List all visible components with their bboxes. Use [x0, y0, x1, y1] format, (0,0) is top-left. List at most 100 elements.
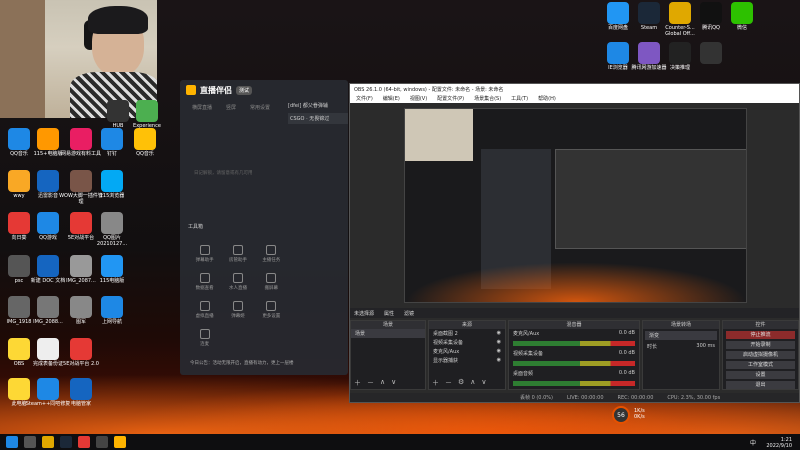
source-item[interactable]: 显示器捕获 ◉	[429, 356, 505, 365]
volume-meter[interactable]	[513, 341, 635, 346]
tool-icon	[199, 245, 210, 255]
duration-input[interactable]: 300 ms	[696, 343, 715, 350]
tool-item[interactable]: 弹幕姬	[221, 301, 254, 319]
windows-start-icon[interactable]	[6, 436, 18, 448]
add-icon[interactable]: ＋	[432, 378, 439, 388]
source-name: 麦克风/Aux	[433, 349, 460, 355]
obs-window[interactable]: OBS 26.1.0 (64-bit, windows) - 配置文件: 未命名…	[349, 83, 800, 403]
eye-icon[interactable]: ◉	[497, 339, 501, 346]
down-icon[interactable]: ∨	[391, 378, 396, 388]
app-icon[interactable]	[78, 436, 90, 448]
control-button[interactable]: 停止推流	[726, 331, 795, 339]
tool-icon	[232, 301, 243, 311]
desktop-icon[interactable]: 微信	[719, 2, 765, 31]
remove-icon[interactable]: －	[445, 378, 452, 388]
up-icon[interactable]: ∧	[470, 378, 475, 388]
menu-item[interactable]: 视图(V)	[410, 95, 427, 102]
tool-item[interactable]: 主播任务	[255, 245, 288, 263]
desktop-icon-label: 决策推理	[669, 65, 690, 71]
desktop-icon[interactable]: 上网导航	[89, 296, 135, 325]
tool-item[interactable]: 数据查看	[188, 273, 221, 291]
control-button[interactable]: 设置	[726, 371, 795, 379]
desktop-icon-label: 115浏览器	[99, 193, 125, 199]
transitions-panel: 场景转场 渐变 时长 300 ms	[642, 320, 720, 390]
mixer-channel: 桌面音频 0.0 dB	[509, 369, 639, 378]
menu-item[interactable]: 帮助(H)	[538, 95, 556, 102]
transition-select[interactable]: 渐变	[645, 331, 717, 340]
desktop-icon[interactable]: QQ音乐	[122, 128, 168, 157]
sources-panel: 来源 桌面截图 2 ◉ 视频采集设备 ◉ 麦克风/Aux ◉ 显示器捕获 ◉ ＋ － ⚙ ∧ ∨	[428, 320, 506, 390]
gear-icon[interactable]: ⚙	[458, 378, 464, 388]
tool-label: 主播任务	[262, 258, 281, 263]
eye-icon[interactable]: ◉	[497, 330, 501, 337]
tools-grid: 弹幕助手 房管助手 主播任务数据查看 水人直播 搬屏幕虚拟直播 弹幕姬 更多设置连麦	[188, 245, 288, 347]
language-indicator[interactable]: 中	[750, 438, 756, 447]
mixer-name: 桌面音频	[513, 371, 534, 377]
tools-label: 工具箱	[188, 224, 204, 230]
tool-label: 虚拟直播	[195, 314, 214, 319]
zhibo-side-sub[interactable]: CSGO · 无畏锦过	[288, 113, 348, 124]
tab-landscape[interactable]: 横屏直播	[192, 104, 212, 111]
desktop-icon[interactable]	[688, 42, 734, 65]
tool-item[interactable]: 搬屏幕	[255, 273, 288, 291]
source-name: 视频采集设备	[433, 340, 464, 346]
tool-item[interactable]: 虚拟直播	[188, 301, 221, 319]
source-item[interactable]: 视频采集设备 ◉	[429, 338, 505, 347]
up-icon[interactable]: ∧	[380, 378, 385, 388]
tool-item[interactable]: 更多设置	[255, 301, 288, 319]
volume-meter[interactable]	[513, 381, 635, 386]
net-speed: 1K/s 0K/s	[634, 408, 645, 420]
zhibo-window[interactable]: 直播伴侣 测试 横屏直播 竖屏 常用设置 日记解锁，请留意或有几可用 [dfei…	[180, 80, 348, 375]
source-item[interactable]: 桌面截图 2 ◉	[429, 329, 505, 338]
properties-button[interactable]: 属性	[384, 310, 394, 317]
obs-status-bar: 丢帧 0 (0.0%) LIVE: 00:00:00 REC: 00:00:00 CP…	[350, 393, 799, 402]
eye-icon[interactable]: ◉	[497, 357, 501, 364]
explorer-icon[interactable]	[42, 436, 54, 448]
scene-item[interactable]: 场景	[351, 329, 425, 338]
source-item[interactable]: 麦克风/Aux ◉	[429, 347, 505, 356]
desktop-icon[interactable]: Experience	[124, 100, 170, 129]
tool-label: 弹幕姬	[231, 314, 245, 319]
menu-item[interactable]: 工具(T)	[511, 95, 528, 102]
search-icon[interactable]	[24, 436, 36, 448]
duration-label: 时长	[647, 344, 658, 350]
remove-icon[interactable]: －	[367, 378, 374, 388]
desktop-icon[interactable]: QQ图片20210127...	[89, 212, 135, 247]
obs-taskbar-icon[interactable]	[96, 436, 108, 448]
control-button[interactable]: 工作室模式	[726, 361, 795, 369]
menu-item[interactable]: 文件(F)	[356, 95, 373, 102]
menu-item[interactable]: 场景集合(S)	[474, 95, 501, 102]
shield-icon	[70, 378, 92, 400]
desktop-icon[interactable]: 115浏览器	[89, 170, 135, 199]
desktop-icon-label: 微信	[736, 25, 747, 31]
desktop-icon-label: 115电脑版	[99, 278, 125, 284]
controls-title: 控件	[723, 321, 798, 329]
experience-icon	[136, 100, 158, 122]
steam-icon[interactable]	[60, 436, 72, 448]
menu-item[interactable]: 配置文件(P)	[437, 95, 464, 102]
eye-icon[interactable]: ◉	[497, 348, 501, 355]
tool-item[interactable]: 弹幕助手	[188, 245, 221, 263]
tool-item[interactable]: 连麦	[188, 329, 221, 347]
desktop-icon[interactable]: 115电脑版	[89, 255, 135, 284]
tab-settings[interactable]: 常用设置	[250, 104, 270, 111]
add-icon[interactable]: ＋	[354, 378, 361, 388]
tool-item[interactable]: 房管助手	[221, 245, 254, 263]
menu-item[interactable]: 编辑(E)	[383, 95, 400, 102]
desktop-icon[interactable]: 电脑管家	[58, 378, 104, 407]
obs-preview[interactable]	[404, 108, 747, 303]
control-button[interactable]: 启动虚拟摄像机	[726, 351, 795, 359]
doc-icon	[37, 378, 59, 400]
clock[interactable]: 1:21 2022/9/10	[766, 437, 792, 449]
tool-item[interactable]: 水人直播	[221, 273, 254, 291]
tab-portrait[interactable]: 竖屏	[226, 104, 236, 111]
volume-meter[interactable]	[513, 361, 635, 366]
control-button[interactable]: 开始录制	[726, 341, 795, 349]
zhibo-taskbar-icon[interactable]	[114, 436, 126, 448]
filters-button[interactable]: 滤镜	[404, 310, 414, 317]
control-button[interactable]: 退出	[726, 381, 795, 389]
desktop-icon[interactable]: 5E对战平台 2.0	[58, 338, 104, 367]
tool-label: 弹幕助手	[195, 258, 214, 263]
obs-menu: 文件(F) 编辑(E) 视图(V) 配置文件(P) 场景集合(S) 工具(T) 帮助(H)	[350, 94, 799, 103]
down-icon[interactable]: ∨	[481, 378, 486, 388]
